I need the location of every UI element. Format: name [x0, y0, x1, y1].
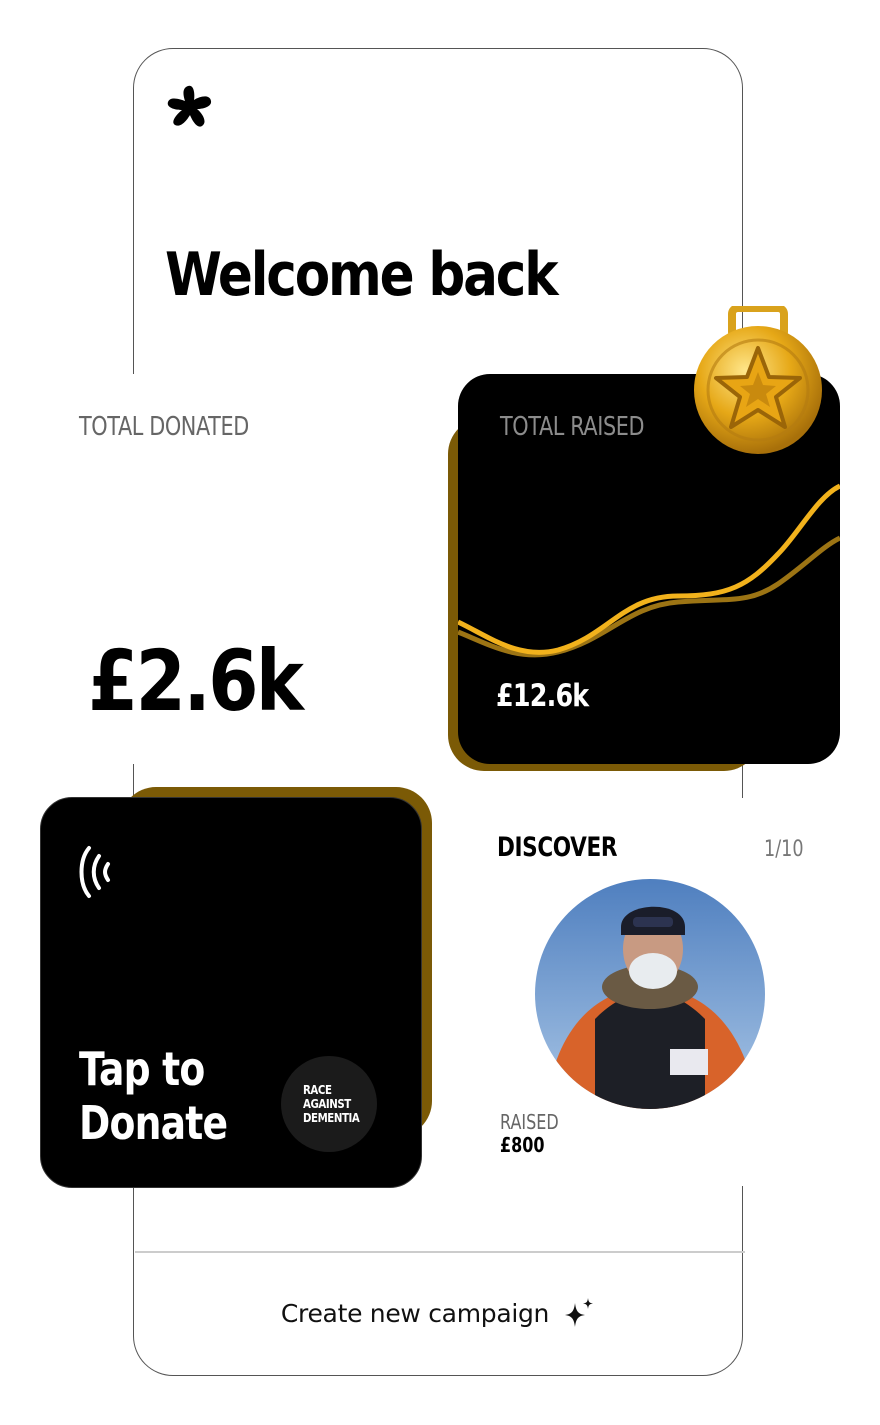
campaign-photo-image	[535, 879, 765, 1109]
charity-line2: AGAINST	[303, 1097, 351, 1111]
charity-logo-badge: RACE AGAINST DEMENTIA	[281, 1056, 377, 1152]
page-title: Welcome back	[165, 240, 559, 310]
create-campaign-label: Create new campaign	[280, 1298, 550, 1328]
create-campaign-button[interactable]: Create new campaign	[135, 1253, 741, 1373]
campaign-raised-value: £800	[500, 1133, 545, 1157]
contactless-icon	[79, 846, 110, 898]
tap-to-donate-card[interactable]: Tap to Donate RACE AGAINST DEMENTIA	[40, 797, 422, 1188]
tap-to-donate-label: Tap to Donate	[79, 1042, 228, 1150]
tap-label-line1: Tap to	[79, 1042, 205, 1096]
charity-line3: DEMENTIA	[303, 1111, 360, 1125]
tap-label-line2: Donate	[79, 1096, 228, 1150]
total-raised-value: £12.6k	[496, 678, 589, 714]
charity-line1: RACE	[303, 1083, 332, 1097]
discover-heading: DISCOVER	[497, 832, 618, 863]
discover-page-indicator: 1/10	[764, 837, 804, 862]
brand-flower-icon	[167, 85, 212, 127]
campaign-avatar[interactable]	[535, 879, 765, 1109]
total-donated-value: £2.6k	[88, 632, 304, 730]
campaign-raised-label: RAISED	[500, 1110, 559, 1134]
sparkle-icon	[565, 1298, 594, 1327]
total-donated-label: TOTAL DONATED	[79, 412, 249, 442]
gold-star-medal-icon	[694, 306, 822, 454]
